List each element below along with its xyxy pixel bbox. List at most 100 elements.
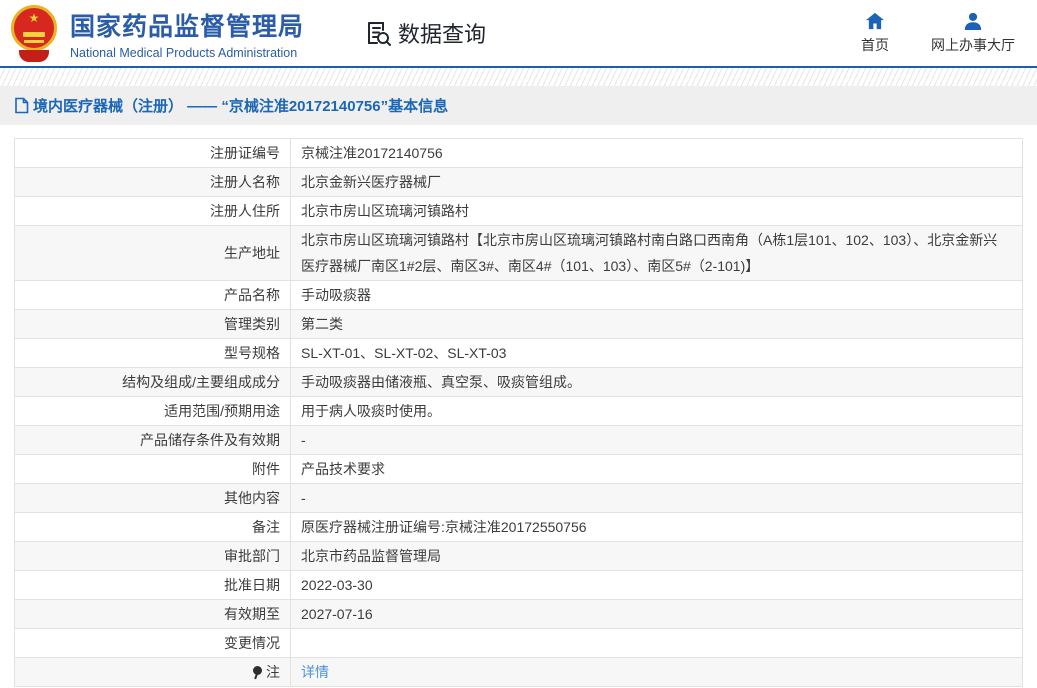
nmpa-logo[interactable]: ★ 国家药品监督管理局 National Medical Products Ad… bbox=[10, 4, 304, 62]
nav-home[interactable]: 首页 bbox=[861, 12, 889, 55]
main-content: 注册证编号京械注准20172140756注册人名称北京金新兴医疗器械厂注册人住所… bbox=[0, 125, 1037, 687]
row-label-text: 适用范围/预期用途 bbox=[164, 398, 280, 424]
row-label: 产品名称 bbox=[15, 281, 291, 309]
table-row: 产品名称手动吸痰器 bbox=[15, 281, 1022, 310]
table-row: 注册人名称北京金新兴医疗器械厂 bbox=[15, 168, 1022, 197]
row-label-text: 注册人名称 bbox=[210, 169, 280, 195]
nav-home-label: 首页 bbox=[861, 35, 889, 55]
row-label-text: 变更情况 bbox=[224, 630, 280, 656]
emblem-star: ★ bbox=[29, 12, 40, 24]
row-label-text: 管理类别 bbox=[224, 311, 280, 337]
row-label-text: 审批部门 bbox=[224, 543, 280, 569]
row-value: 北京市药品监督管理局 bbox=[291, 542, 1022, 570]
table-row: 型号规格 SL-XT-01、SL-XT-02、SL-XT-03 bbox=[15, 339, 1022, 368]
row-label: 管理类别 bbox=[15, 310, 291, 338]
row-value: SL-XT-01、SL-XT-02、SL-XT-03 bbox=[291, 339, 1022, 367]
row-label: 备注 bbox=[15, 513, 291, 541]
table-row: 有效期至 2027-07-16 bbox=[15, 600, 1022, 629]
table-row: 审批部门北京市药品监督管理局 bbox=[15, 542, 1022, 571]
nav-service-hall[interactable]: 网上办事大厅 bbox=[931, 12, 1015, 55]
registration-info-table: 注册证编号京械注准20172140756注册人名称北京金新兴医疗器械厂注册人住所… bbox=[14, 138, 1023, 687]
person-icon bbox=[963, 12, 983, 30]
row-label-text: 产品储存条件及有效期 bbox=[140, 427, 280, 453]
table-row: 适用范围/预期用途用于病人吸痰时使用。 bbox=[15, 397, 1022, 426]
china-national-emblem-icon: ★ bbox=[10, 4, 58, 62]
row-label-text: 型号规格 bbox=[224, 340, 280, 366]
table-row: 注 详情 bbox=[15, 658, 1022, 687]
row-label: 批准日期 bbox=[15, 571, 291, 599]
row-label: 附件 bbox=[15, 455, 291, 483]
decorative-stripe-band bbox=[0, 68, 1037, 86]
row-label: 其他内容 bbox=[15, 484, 291, 512]
row-label: 注册人名称 bbox=[15, 168, 291, 196]
row-label: 注册人住所 bbox=[15, 197, 291, 225]
row-label-text: 注册人住所 bbox=[210, 198, 280, 224]
emblem-ribbon bbox=[19, 50, 49, 62]
table-row: 注册人住所北京市房山区琉璃河镇路村 bbox=[15, 197, 1022, 226]
row-label: 生产地址 bbox=[15, 226, 291, 280]
home-icon bbox=[865, 12, 885, 30]
note-balloon-icon bbox=[252, 666, 263, 679]
emblem-gate bbox=[23, 32, 45, 37]
row-label: 型号规格 bbox=[15, 339, 291, 367]
row-value: - bbox=[291, 426, 1022, 454]
breadcrumb-text: 境内医疗器械（注册） —— “京械注准20172140756”基本信息 bbox=[33, 95, 448, 116]
site-header: ★ 国家药品监督管理局 National Medical Products Ad… bbox=[0, 0, 1037, 68]
row-label: 注册证编号 bbox=[15, 139, 291, 167]
row-value: 详情 bbox=[291, 658, 1022, 686]
row-value: 北京市房山区琉璃河镇路村 bbox=[291, 197, 1022, 225]
row-label: 变更情况 bbox=[15, 629, 291, 657]
table-row: 生产地址北京市房山区琉璃河镇路村【北京市房山区琉璃河镇路村南白路口西南角（A栋1… bbox=[15, 226, 1022, 281]
row-label-text: 生产地址 bbox=[224, 240, 280, 266]
row-value: 原医疗器械注册证编号:京械注准20172550756 bbox=[291, 513, 1022, 541]
row-label: 适用范围/预期用途 bbox=[15, 397, 291, 425]
table-row: 批准日期 2022-03-30 bbox=[15, 571, 1022, 600]
site-title: 国家药品监督管理局 bbox=[70, 7, 304, 43]
row-value: 手动吸痰器 bbox=[291, 281, 1022, 309]
row-value: 2027-07-16 bbox=[291, 600, 1022, 628]
table-row: 产品储存条件及有效期- bbox=[15, 426, 1022, 455]
data-query-title: 数据查询 bbox=[364, 17, 486, 49]
site-subtitle: National Medical Products Administration bbox=[70, 46, 304, 60]
row-label-text: 备注 bbox=[252, 514, 280, 540]
row-value: 京械注准20172140756 bbox=[291, 139, 1022, 167]
row-label: 结构及组成/主要组成成分 bbox=[15, 368, 291, 396]
row-label-text: 其他内容 bbox=[224, 485, 280, 511]
row-value: - bbox=[291, 484, 1022, 512]
table-row: 注册证编号京械注准20172140756 bbox=[15, 139, 1022, 168]
row-label-text: 批准日期 bbox=[224, 572, 280, 598]
emblem-circle: ★ bbox=[11, 5, 57, 51]
row-value: 用于病人吸痰时使用。 bbox=[291, 397, 1022, 425]
table-row: 其他内容- bbox=[15, 484, 1022, 513]
table-row: 备注原医疗器械注册证编号:京械注准20172550756 bbox=[15, 513, 1022, 542]
row-label-text: 附件 bbox=[252, 456, 280, 482]
row-value: 北京金新兴医疗器械厂 bbox=[291, 168, 1022, 196]
row-value bbox=[291, 629, 1022, 657]
header-nav: 首页 网上办事大厅 bbox=[861, 12, 1015, 55]
table-row: 管理类别第二类 bbox=[15, 310, 1022, 339]
row-label: 有效期至 bbox=[15, 600, 291, 628]
row-label: 审批部门 bbox=[15, 542, 291, 570]
table-row: 附件产品技术要求 bbox=[15, 455, 1022, 484]
table-row: 结构及组成/主要组成成分手动吸痰器由储液瓶、真空泵、吸痰管组成。 bbox=[15, 368, 1022, 397]
row-value: 第二类 bbox=[291, 310, 1022, 338]
document-search-icon bbox=[364, 19, 392, 47]
row-label-text: 注册证编号 bbox=[210, 140, 280, 166]
row-label-text: 注 bbox=[266, 659, 280, 685]
row-value: 2022-03-30 bbox=[291, 571, 1022, 599]
table-row: 变更情况 bbox=[15, 629, 1022, 658]
row-value: 手动吸痰器由储液瓶、真空泵、吸痰管组成。 bbox=[291, 368, 1022, 396]
row-label: 注 bbox=[15, 658, 291, 686]
row-label: 产品储存条件及有效期 bbox=[15, 426, 291, 454]
nav-service-hall-label: 网上办事大厅 bbox=[931, 35, 1015, 55]
row-label-text: 有效期至 bbox=[224, 601, 280, 627]
row-label-text: 产品名称 bbox=[224, 282, 280, 308]
breadcrumb: 境内医疗器械（注册） —— “京械注准20172140756”基本信息 bbox=[0, 86, 1037, 125]
row-label-text: 结构及组成/主要组成成分 bbox=[122, 369, 280, 395]
document-icon bbox=[14, 97, 29, 114]
logo-text: 国家药品监督管理局 National Medical Products Admi… bbox=[70, 7, 304, 60]
detail-link[interactable]: 详情 bbox=[301, 664, 329, 680]
row-value: 产品技术要求 bbox=[291, 455, 1022, 483]
row-value: 北京市房山区琉璃河镇路村【北京市房山区琉璃河镇路村南白路口西南角（A栋1层101… bbox=[291, 226, 1022, 280]
data-query-label: 数据查询 bbox=[398, 17, 486, 49]
